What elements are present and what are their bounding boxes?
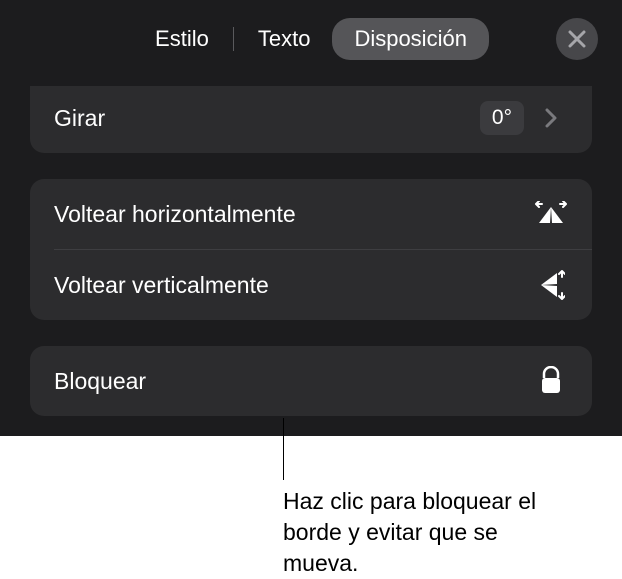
lock-group: Bloquear: [30, 346, 592, 416]
flip-horizontal-icon: [534, 197, 568, 231]
tab-separator: [233, 27, 234, 51]
controls-section: Girar 0° Voltear horizontalmente: [30, 86, 592, 416]
flip-vertical-icon: [534, 268, 568, 302]
tab-style[interactable]: Estilo: [133, 18, 231, 60]
callout: Haz clic para bloquear el borde y evitar…: [0, 486, 622, 579]
tabs-group: Estilo Texto Disposición: [133, 18, 489, 60]
rotate-right: 0°: [480, 101, 568, 135]
tab-text[interactable]: Texto: [236, 18, 333, 60]
rotate-row[interactable]: Girar 0°: [30, 86, 592, 153]
layout-panel: Estilo Texto Disposición Girar 0°: [0, 0, 622, 436]
flip-horizontal-label: Voltear horizontalmente: [54, 201, 296, 228]
tab-bar: Estilo Texto Disposición: [0, 0, 622, 78]
flip-group: Voltear horizontalmente Voltear vertical…: [30, 179, 592, 320]
rotate-group: Girar 0°: [30, 86, 592, 153]
chevron-right-icon: [534, 101, 568, 135]
flip-vertical-row[interactable]: Voltear verticalmente: [30, 250, 592, 320]
callout-text: Haz clic para bloquear el borde y evitar…: [283, 486, 573, 579]
lock-label: Bloquear: [54, 368, 146, 395]
close-button[interactable]: [556, 18, 598, 60]
flip-vertical-label: Voltear verticalmente: [54, 272, 269, 299]
rotate-value: 0°: [480, 101, 524, 135]
flip-horizontal-row[interactable]: Voltear horizontalmente: [30, 179, 592, 249]
lock-icon: [534, 364, 568, 398]
lock-row[interactable]: Bloquear: [30, 346, 592, 416]
rotate-label: Girar: [54, 105, 105, 132]
callout-line: [283, 418, 284, 480]
close-icon: [560, 22, 594, 56]
tab-layout[interactable]: Disposición: [332, 18, 489, 60]
